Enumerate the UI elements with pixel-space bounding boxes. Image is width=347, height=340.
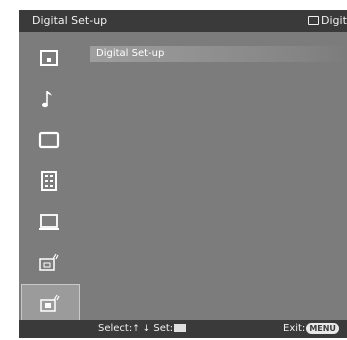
exit-label: Exit: [283,323,306,334]
osd-menu: Digital Set-up Digit Digital Set-up Sele… [19,10,347,338]
enter-icon [174,324,187,332]
section-header: Digital Set-up [90,46,347,62]
screen-icon [38,131,60,149]
exit-help: Exit: MENU [283,323,339,334]
title-bar: Digital Set-up Digit [19,10,347,32]
navigation-help: Select:↑ ↓ Set: [98,323,187,334]
help-bar: Select:↑ ↓ Set: Exit: MENU [19,320,347,338]
set-label: Set: [153,323,174,334]
sidebar-item-sound[interactable] [19,79,81,119]
sidebar-item-setup[interactable] [19,202,81,242]
title-bar-right: Digit [308,14,347,27]
sidebar-item-screen[interactable] [19,120,81,160]
screen-outline-icon [308,16,319,25]
title-bar-right-text: Digit [321,14,347,27]
menu-button-icon: MENU [306,323,339,334]
picture-settings-icon [40,50,58,66]
select-label: Select: [98,323,133,334]
analog-setup-icon [39,253,59,271]
sidebar-item-analog-setup[interactable] [19,243,81,283]
sidebar-item-features[interactable] [19,161,81,201]
sidebar [19,32,81,328]
digital-setup-icon [40,294,60,312]
music-note-icon [42,91,52,108]
section-title: Digital Set-up [96,48,165,59]
sidebar-item-digital-setup[interactable] [21,284,80,324]
sidebar-item-picture[interactable] [19,38,81,78]
menu-title: Digital Set-up [32,14,108,27]
features-list-icon [41,171,57,191]
monitor-setup-icon [39,214,59,230]
up-down-arrows-icon: ↑ ↓ [132,324,151,334]
